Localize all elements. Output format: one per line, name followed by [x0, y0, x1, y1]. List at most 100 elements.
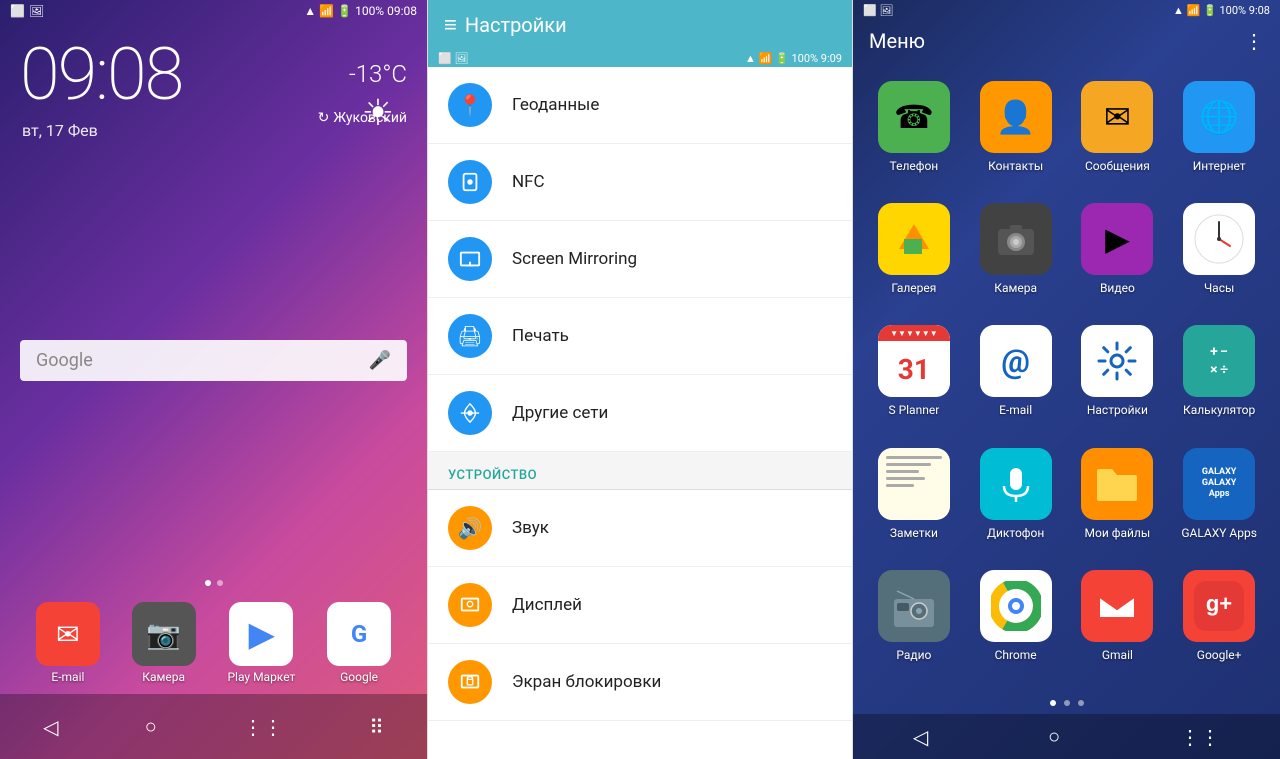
app-camera[interactable]: 📷 Камера — [132, 602, 196, 684]
app-internet[interactable]: 🌐 Интернет — [1168, 71, 1270, 193]
email-app-icon: @ — [980, 325, 1052, 397]
app-splanner-label: S Planner — [888, 403, 939, 417]
signal-icon: 📶 — [319, 4, 334, 18]
app-recorder[interactable]: Диктофон — [965, 438, 1067, 560]
menu-button[interactable]: ⠿ — [353, 707, 400, 747]
google-icon: G — [327, 602, 391, 666]
display-label: Дисплей — [512, 595, 582, 615]
settings-sound[interactable]: 🔊 Звук — [428, 490, 852, 567]
back-button[interactable]: ◁ — [27, 707, 74, 747]
home-button[interactable]: ○ — [129, 706, 173, 747]
other-networks-label: Другие сети — [512, 403, 608, 423]
search-label: Google — [36, 350, 93, 371]
app-calculator[interactable]: +− ×÷ Калькулятор — [1168, 315, 1270, 437]
page-dots-panel3 — [853, 692, 1280, 714]
app-messages-label: Сообщения — [1085, 159, 1150, 173]
app-google-label: Google — [340, 670, 378, 684]
settings-header: ≡ Настройки — [428, 0, 852, 50]
sound-icon: 🔊 — [448, 506, 492, 550]
networks-icon — [448, 391, 492, 435]
app-myfiles-label: Мои файлы — [1085, 526, 1151, 540]
more-options-icon[interactable]: ⋮ — [1244, 29, 1264, 53]
app-clock-label: Часы — [1204, 281, 1234, 295]
settings-print[interactable]: 🖨 Печать — [428, 298, 852, 375]
app-email-menu-label: E-mail — [999, 403, 1032, 417]
app-radio[interactable]: Радио — [863, 560, 965, 682]
recent-apps-button[interactable]: ⋮⋮ — [227, 707, 299, 747]
temperature: -13°C — [349, 60, 407, 88]
status-bar-panel2: ⬜ 🖼 ▲ 📶 🔋 100% 9:09 — [428, 50, 852, 67]
panel3-nav-bar: ◁ ○ ⋮⋮ — [853, 714, 1280, 759]
panel3-recent-button[interactable]: ⋮⋮ — [1180, 725, 1220, 749]
panel3-home-button[interactable]: ○ — [1048, 724, 1060, 749]
app-galaxy-apps[interactable]: GALAXY GALAXY Apps GALAXY Apps — [1168, 438, 1270, 560]
device-section-header: УСТРОЙСТВО — [428, 452, 852, 489]
page-dot-3 — [1078, 700, 1084, 706]
app-email-label: E-mail — [51, 670, 84, 684]
app-clock[interactable]: Часы — [1168, 193, 1270, 315]
app-phone[interactable]: ☎ Телефон — [863, 71, 965, 193]
app-settings-menu-label: Настройки — [1087, 403, 1148, 417]
page-dot-1 — [1050, 700, 1056, 706]
panel3-back-button[interactable]: ◁ — [913, 725, 928, 749]
navigation-bar: ◁ ○ ⋮⋮ ⠿ — [0, 694, 427, 759]
screen-mirroring-icon — [448, 237, 492, 281]
app-googleplus[interactable]: g+ Google+ — [1168, 560, 1270, 682]
refresh-icon: ↻ — [318, 110, 330, 126]
app-messages[interactable]: ✉ Сообщения — [1067, 71, 1169, 193]
gallery-app-icon — [878, 203, 950, 275]
galaxy-apps-icon: GALAXY GALAXY Apps — [1183, 448, 1255, 520]
p3-right-status: ▲ 📶 🔋 100% 9:08 — [1173, 4, 1270, 17]
back-arrow-icon[interactable]: ≡ — [444, 12, 457, 38]
internet-icon: 🌐 — [1183, 81, 1255, 153]
messages-icon: ✉ — [1081, 81, 1153, 153]
microphone-icon[interactable]: 🎤 — [369, 350, 391, 371]
app-video[interactable]: ▶ Видео — [1067, 193, 1169, 315]
app-grid: ☎ Телефон 👤 Контакты ✉ Сообщения 🌐 Интер… — [853, 61, 1280, 692]
settings-display[interactable]: Дисплей — [428, 567, 852, 644]
app-chrome[interactable]: Chrome — [965, 560, 1067, 682]
svg-text:g+: g+ — [1206, 591, 1232, 616]
display-icon — [448, 583, 492, 627]
contacts-icon: 👤 — [980, 81, 1052, 153]
app-google[interactable]: G Google — [327, 602, 391, 684]
location-display: ↻ Жуковский — [318, 110, 407, 126]
app-galaxy-apps-label: GALAXY Apps — [1181, 526, 1257, 540]
app-camera-menu[interactable]: Камера — [965, 193, 1067, 315]
settings-nfc[interactable]: NFC — [428, 144, 852, 221]
screen-mirroring-label: Screen Mirroring — [512, 249, 637, 269]
settings-title: Настройки — [465, 13, 567, 37]
app-email[interactable]: ✉ E-mail — [36, 602, 100, 684]
app-splanner[interactable]: ▼▼▼▼▼▼ 31 S Planner — [863, 315, 965, 437]
clock-icon — [1183, 203, 1255, 275]
playstore-icon: ▶ — [229, 602, 293, 666]
googleplus-icon: g+ — [1183, 570, 1255, 642]
app-contacts[interactable]: 👤 Контакты — [965, 71, 1067, 193]
app-settings-menu[interactable]: Настройки — [1067, 315, 1169, 437]
battery-icon: 🔋 — [337, 4, 352, 18]
panel-homescreen: ⬜ 🖼 ▲ 📶 🔋 100% 09:08 09:08 вт, 17 Фев -1… — [0, 0, 427, 759]
app-gmail[interactable]: Gmail — [1067, 560, 1169, 682]
app-notes[interactable]: Заметки — [863, 438, 965, 560]
settings-geodata[interactable]: 📍 Геоданные — [428, 67, 852, 144]
lock-screen-label: Экран блокировки — [512, 672, 661, 692]
app-menu-header: Меню ⋮ — [853, 21, 1280, 61]
app-phone-label: Телефон — [890, 159, 939, 173]
google-search-bar[interactable]: Google 🎤 — [20, 340, 407, 381]
p2-right-status: ▲ 📶 🔋 100% 9:09 — [745, 52, 842, 65]
app-myfiles[interactable]: Мои файлы — [1067, 438, 1169, 560]
screenshot-icon: ⬜ — [10, 4, 25, 18]
app-email-menu[interactable]: @ E-mail — [965, 315, 1067, 437]
panel-app-menu: ⬜ 🖼 ▲ 📶 🔋 100% 9:08 Меню ⋮ ☎ Телефон 👤 К… — [853, 0, 1280, 759]
settings-other-networks[interactable]: Другие сети — [428, 375, 852, 452]
app-internet-label: Интернет — [1193, 159, 1246, 173]
radio-icon — [878, 570, 950, 642]
p2-left-icons: ⬜ 🖼 — [438, 52, 468, 65]
app-gmail-label: Gmail — [1102, 648, 1133, 662]
settings-lock-screen[interactable]: Экран блокировки — [428, 644, 852, 721]
app-gallery[interactable]: Галерея — [863, 193, 965, 315]
settings-screen-mirroring[interactable]: Screen Mirroring — [428, 221, 852, 298]
app-gallery-label: Галерея — [891, 281, 936, 295]
app-playstore[interactable]: ▶ Play Маркет — [227, 602, 295, 684]
app-chrome-label: Chrome — [995, 648, 1037, 662]
